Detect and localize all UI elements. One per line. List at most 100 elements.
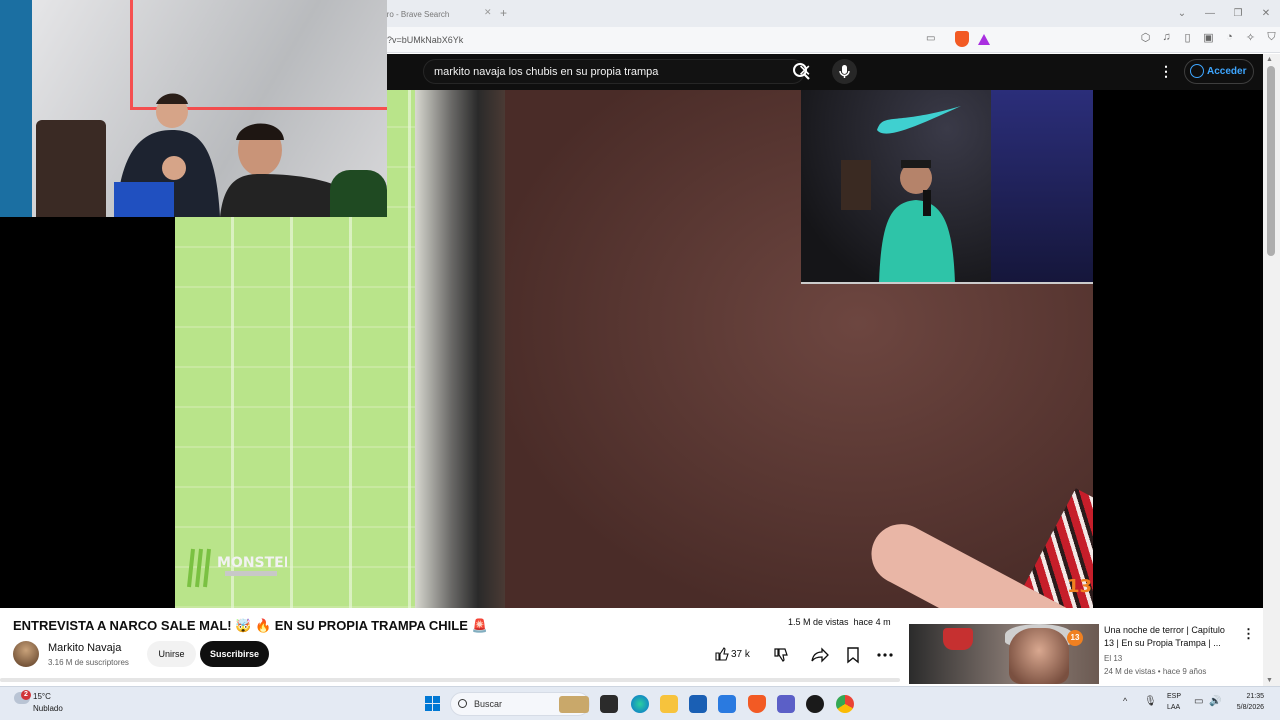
clock-date[interactable]: 5/8/2026 bbox=[1228, 704, 1264, 711]
search-highlight-art bbox=[559, 696, 589, 713]
streamer-person bbox=[879, 160, 955, 282]
task-view-icon[interactable] bbox=[600, 695, 618, 713]
more-options-icon[interactable]: ⋮ bbox=[1159, 63, 1173, 80]
cam-chair bbox=[36, 120, 106, 217]
pip-shelf bbox=[841, 160, 871, 210]
thumbs-up-icon bbox=[715, 647, 729, 661]
recommended-channel[interactable]: El 13 bbox=[1104, 654, 1122, 663]
metal-post bbox=[415, 90, 505, 608]
page-scrollbar[interactable]: ▲ ▼ bbox=[1263, 54, 1280, 686]
recommended-thumbnail[interactable]: 13 bbox=[909, 624, 1099, 684]
app-icon[interactable] bbox=[806, 695, 824, 713]
teams-icon[interactable] bbox=[777, 695, 795, 713]
brave-rewards-icon[interactable] bbox=[978, 34, 990, 45]
scroll-up-icon[interactable]: ▲ bbox=[1266, 56, 1273, 63]
window-controls: ⌄ — ❐ ✕ bbox=[1168, 0, 1280, 27]
channel-watermark: 13 bbox=[1067, 576, 1093, 597]
store-icon[interactable] bbox=[689, 695, 707, 713]
monster-logo: MONSTER bbox=[187, 548, 287, 588]
clock-time[interactable]: 21:35 bbox=[1238, 693, 1264, 700]
recommended-meta: 24 M de vistas • hace 9 años bbox=[1104, 667, 1207, 676]
cam-blue-wall bbox=[0, 0, 32, 217]
microphone-tray-icon[interactable]: 🎙 bbox=[1144, 696, 1157, 707]
extensions-icon[interactable]: ⬡ bbox=[1136, 31, 1155, 44]
browser-tab[interactable]: rro - Brave Search bbox=[380, 3, 498, 25]
thumb-badge: 13 bbox=[1067, 630, 1083, 646]
reactor-person-left bbox=[114, 93, 220, 217]
microphone-icon bbox=[839, 65, 850, 78]
taskbar-search[interactable]: Buscar bbox=[450, 692, 590, 716]
cast-icon[interactable]: ▭ bbox=[926, 33, 935, 44]
channel-name[interactable]: Markito Navaja bbox=[48, 642, 121, 654]
restore-button[interactable]: ❐ bbox=[1224, 0, 1252, 27]
windows-taskbar: 2 15°C Nublado Buscar ^ 🎙 ESP LAA ▭ 🔊 21… bbox=[0, 686, 1280, 720]
keyboard-layout[interactable]: LAA bbox=[1167, 704, 1180, 711]
browser-toolbar-icons: ⬡ ♫ ▯ ▣ ◔ ✧ ⛉ ≡ bbox=[1136, 31, 1280, 44]
brave-taskbar-icon[interactable] bbox=[748, 695, 766, 713]
search-icon[interactable] bbox=[787, 59, 817, 84]
history-icon[interactable]: ◔ bbox=[1220, 31, 1239, 44]
description-box-edge[interactable] bbox=[0, 678, 900, 682]
close-button[interactable]: ✕ bbox=[1252, 0, 1280, 27]
join-button[interactable]: Unirse bbox=[147, 641, 196, 667]
view-count: 1.5 M de vistas bbox=[788, 617, 849, 627]
signin-label: Acceder bbox=[1207, 66, 1247, 77]
monster-logo-text: MONSTER bbox=[217, 555, 287, 571]
voice-search-button[interactable] bbox=[832, 59, 857, 84]
video-details: ENTREVISTA A NARCO SALE MAL! 🤯 🔥 EN SU P… bbox=[0, 608, 1263, 686]
tab-title: rro - Brave Search bbox=[384, 10, 450, 19]
sidebar-icon[interactable]: ▯ bbox=[1178, 31, 1197, 44]
edge-icon[interactable] bbox=[631, 695, 649, 713]
url-text[interactable]: ?v=bUMkNabX6Yk bbox=[387, 35, 463, 45]
network-icon[interactable]: ▭ bbox=[1194, 696, 1203, 707]
keyboard-language[interactable]: ESP bbox=[1167, 693, 1181, 700]
scrollbar-thumb[interactable] bbox=[1267, 66, 1275, 256]
taskbar-search-label: Buscar bbox=[474, 699, 503, 709]
video-stats[interactable]: 1.5 M de vistas hace 4 m bbox=[788, 617, 891, 627]
like-button[interactable]: 37 k bbox=[709, 642, 764, 668]
taskbar-search-icon bbox=[458, 699, 467, 708]
cam-plant bbox=[330, 170, 387, 217]
weather-badge: 2 bbox=[21, 690, 31, 700]
reaction-webcam bbox=[0, 0, 387, 217]
thumbs-down-icon[interactable] bbox=[771, 644, 793, 666]
start-button[interactable] bbox=[425, 696, 440, 711]
temperature[interactable]: 15°C bbox=[33, 692, 51, 701]
thumb-face bbox=[1009, 628, 1069, 684]
chrome-icon[interactable] bbox=[836, 695, 854, 713]
scroll-down-icon[interactable]: ▼ bbox=[1266, 677, 1273, 684]
weather-condition[interactable]: Nublado bbox=[33, 704, 63, 713]
upload-age: hace 4 m bbox=[853, 617, 891, 627]
wallet-icon[interactable]: ▣ bbox=[1199, 31, 1218, 44]
recommended-menu-icon[interactable]: ⋮ bbox=[1242, 626, 1255, 642]
thumb-pot bbox=[943, 628, 973, 650]
media-icon[interactable]: ♫ bbox=[1157, 31, 1176, 44]
ai-icon[interactable]: ✧ bbox=[1241, 31, 1260, 44]
subscriber-count: 3.16 M de suscriptores bbox=[48, 658, 129, 667]
vpn-icon[interactable]: ⛉ bbox=[1262, 31, 1280, 44]
mail-icon[interactable] bbox=[718, 695, 736, 713]
share-icon[interactable] bbox=[809, 644, 831, 666]
save-icon[interactable] bbox=[842, 644, 864, 666]
brave-shields-icon[interactable] bbox=[955, 31, 969, 47]
search-query[interactable]: markito navaja los chubis en su propia t… bbox=[434, 66, 658, 78]
file-explorer-icon[interactable] bbox=[660, 695, 678, 713]
channel-avatar[interactable] bbox=[13, 641, 39, 667]
tab-close-icon[interactable]: ✕ bbox=[484, 7, 492, 18]
subscribe-button[interactable]: Suscribirse bbox=[200, 641, 269, 667]
chevron-down-icon[interactable]: ⌄ bbox=[1168, 0, 1196, 27]
account-icon bbox=[1190, 64, 1204, 78]
new-tab-icon[interactable]: + bbox=[500, 6, 507, 20]
tray-overflow-icon[interactable]: ^ bbox=[1123, 696, 1127, 706]
volume-icon[interactable]: 🔊 bbox=[1209, 696, 1221, 707]
streamer-pip bbox=[801, 90, 1093, 284]
youtube-header: markito navaja los chubis en su propia t… bbox=[387, 54, 1263, 90]
signin-button[interactable]: Acceder bbox=[1184, 59, 1254, 84]
like-count: 37 k bbox=[731, 649, 750, 660]
screen: rro - Brave Search ✕ + ⌄ — ❐ ✕ ?v=bUMkNa… bbox=[0, 0, 1280, 720]
recommended-title[interactable]: Una noche de terror | Capítulo 13 | En s… bbox=[1104, 624, 1234, 650]
minimize-button[interactable]: — bbox=[1196, 0, 1224, 27]
video-title: ENTREVISTA A NARCO SALE MAL! 🤯 🔥 EN SU P… bbox=[13, 618, 488, 633]
more-actions-icon[interactable] bbox=[874, 644, 896, 666]
search-input[interactable]: markito navaja los chubis en su propia t… bbox=[423, 59, 811, 84]
